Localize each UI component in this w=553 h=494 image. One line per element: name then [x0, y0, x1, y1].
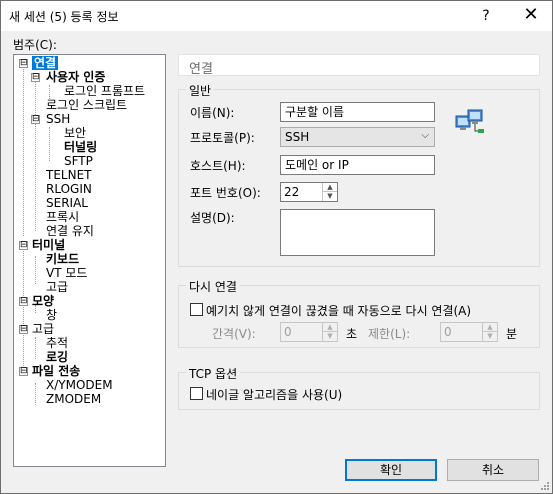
- interval-unit: 초: [346, 327, 358, 341]
- tree-item-terminal[interactable]: 터미널: [32, 238, 65, 252]
- tree-item-keyboard[interactable]: 키보드: [46, 252, 79, 266]
- protocol-select[interactable]: SSH ⌵: [280, 127, 435, 147]
- tree-item-vt-mode[interactable]: VT 모드: [46, 266, 87, 280]
- interval-stepper: 0 ▲ ▼: [280, 322, 338, 342]
- tree-item-serial[interactable]: SERIAL: [46, 196, 88, 210]
- tree-item-security[interactable]: 보안: [64, 126, 86, 140]
- name-label: 이름(N):: [190, 106, 235, 120]
- spin-up-icon: ▲: [483, 323, 497, 332]
- tree-line: [35, 77, 36, 231]
- tree-item-zmodem[interactable]: ZMODEM: [46, 392, 101, 406]
- session-properties-dialog: 새 세션 (5) 등록 정보 ? ✕ 범주(C): ⊟ 연결 ⊟ 사용자 인증 …: [0, 0, 553, 494]
- tree-item-login-prompt[interactable]: 로그인 프롬프트: [64, 84, 145, 98]
- interval-spin-buttons: ▲ ▼: [322, 323, 337, 341]
- tcp-options-group-label: TCP 옵션: [186, 365, 241, 382]
- tree-item-telnet[interactable]: TELNET: [46, 168, 92, 182]
- tree-item-ssh[interactable]: SSH: [46, 112, 70, 126]
- host-label: 호스트(H):: [190, 159, 246, 173]
- tree-item-user-auth[interactable]: 사용자 인증: [46, 70, 105, 84]
- spin-down-icon: ▼: [487, 332, 493, 340]
- tree-item-appearance[interactable]: 모양: [32, 294, 54, 308]
- close-button[interactable]: ✕: [511, 1, 551, 31]
- resize-grip-icon[interactable]: [540, 481, 550, 491]
- tree-item-advanced[interactable]: 고급: [32, 322, 54, 336]
- tree-line: [49, 85, 50, 99]
- help-button[interactable]: ?: [471, 1, 501, 31]
- collapse-toggle[interactable]: ⊟: [19, 59, 28, 68]
- network-computers-icon: [455, 109, 484, 133]
- title-bar: 새 세션 (5) 등록 정보 ? ✕: [1, 1, 552, 31]
- interval-label: 간격(V):: [212, 327, 256, 341]
- tree-line: [23, 69, 24, 236]
- tree-item-rlogin[interactable]: RLOGIN: [46, 182, 92, 196]
- spin-down-icon[interactable]: ▼: [323, 192, 337, 201]
- collapse-toggle[interactable]: ⊟: [31, 73, 40, 82]
- tree-item-connection[interactable]: 연결: [32, 56, 59, 70]
- tree-item-sftp[interactable]: SFTP: [64, 154, 93, 168]
- tree-item-keepalive[interactable]: 연결 유지: [46, 224, 94, 238]
- tree-item-xymodem[interactable]: X/YMODEM: [46, 378, 113, 392]
- ok-button[interactable]: 확인: [345, 459, 437, 481]
- panel-header: 연결: [178, 54, 540, 77]
- category-label: 범주(C):: [13, 38, 57, 52]
- window-title: 새 세션 (5) 등록 정보: [9, 10, 119, 24]
- reconnect-group-label: 다시 연결: [186, 278, 240, 295]
- collapse-toggle[interactable]: ⊟: [19, 367, 28, 376]
- nagle-checkbox[interactable]: [190, 387, 203, 400]
- name-input[interactable]: 구분할 이름: [280, 102, 435, 122]
- port-value: 22: [284, 185, 300, 199]
- cancel-button[interactable]: 취소: [447, 459, 539, 481]
- protocol-label: 프로토콜(P):: [190, 131, 255, 145]
- auto-reconnect-checkbox[interactable]: [190, 303, 203, 316]
- chevron-down-icon: ⌵: [421, 130, 429, 141]
- tree-item-tunneling[interactable]: 터널링: [64, 140, 97, 154]
- general-group-label: 일반: [186, 82, 215, 99]
- port-label: 포트 번호(O):: [190, 186, 261, 200]
- port-stepper[interactable]: 22 ▲ ▼: [280, 182, 338, 202]
- auto-reconnect-label[interactable]: 예기치 않게 연결이 끊겼을 때 자동으로 다시 연결(A): [206, 302, 471, 319]
- limit-label: 제한(L):: [368, 327, 411, 341]
- description-label: 설명(D):: [190, 211, 235, 225]
- port-spin-buttons: ▲ ▼: [322, 183, 337, 201]
- tree-item-trace[interactable]: 추적: [46, 336, 68, 350]
- spin-up-icon: ▲: [323, 323, 337, 332]
- tree-line: [49, 127, 50, 161]
- description-textarea[interactable]: [280, 209, 435, 256]
- limit-unit: 분: [506, 327, 518, 341]
- collapse-toggle[interactable]: ⊟: [31, 115, 40, 124]
- nagle-label[interactable]: 네이글 알고리즘을 사용(U): [206, 386, 342, 403]
- tree-item-file-transfer[interactable]: 파일 전송: [32, 364, 80, 378]
- tree-item-logging[interactable]: 로깅: [46, 350, 68, 364]
- collapse-toggle[interactable]: ⊟: [19, 241, 28, 250]
- collapse-toggle[interactable]: ⊟: [19, 297, 28, 306]
- limit-value: 0: [444, 325, 452, 339]
- limit-stepper: 0 ▲ ▼: [440, 322, 498, 342]
- limit-spin-buttons: ▲ ▼: [482, 323, 497, 341]
- tree-item-terminal-advanced[interactable]: 고급: [46, 280, 68, 294]
- tree-item-login-script[interactable]: 로그인 스크립트: [46, 98, 127, 112]
- tree-line: [23, 248, 24, 376]
- spin-up-icon[interactable]: ▲: [323, 183, 337, 192]
- collapse-toggle[interactable]: ⊟: [19, 325, 28, 334]
- category-tree[interactable]: ⊟ 연결 ⊟ 사용자 인증 로그인 프롬프트 로그인 스크립트 ⊟ SSH 보안…: [13, 54, 166, 467]
- protocol-value: SSH: [285, 130, 310, 144]
- interval-value: 0: [284, 325, 292, 339]
- host-input[interactable]: 도메인 or IP: [280, 155, 435, 175]
- settings-panel: 연결 일반 이름(N): 구분할 이름 프로토콜(P): SSH ⌵ 호스트(H…: [178, 54, 540, 467]
- tree-line: [35, 337, 36, 359]
- tree-item-proxy[interactable]: 프록시: [46, 210, 79, 224]
- tree-line: [35, 256, 36, 284]
- tree-line: [35, 383, 36, 405]
- tree-item-label: 연결: [32, 56, 59, 70]
- tree-item-window[interactable]: 창: [46, 308, 57, 322]
- spin-down-icon: ▼: [327, 332, 333, 340]
- panel-title: 연결: [189, 62, 213, 77]
